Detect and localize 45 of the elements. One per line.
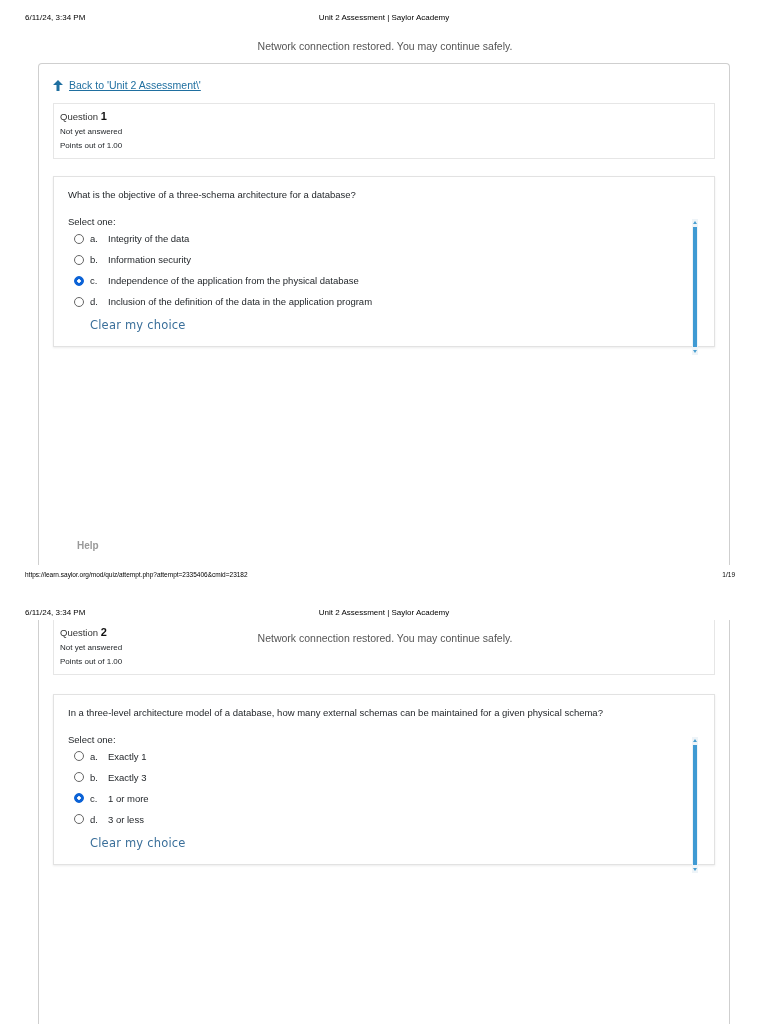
question-points: Points out of 1.00 bbox=[60, 656, 124, 666]
option-letter: a. bbox=[90, 750, 99, 762]
option-text[interactable]: Inclusion of the definition of the data in the application program bbox=[108, 296, 373, 307]
question-status: Not yet answered bbox=[60, 642, 124, 652]
clear-choice-link[interactable]: Clear my choice bbox=[90, 318, 186, 332]
page-title: Unit 2 Assessment | Saylor Academy bbox=[317, 608, 451, 618]
option-letter: d. bbox=[90, 813, 99, 825]
option-text[interactable]: Exactly 3 bbox=[108, 771, 147, 783]
option-letter: c. bbox=[90, 792, 99, 804]
up-arrow-icon bbox=[53, 79, 63, 91]
option-text[interactable]: 3 or less bbox=[108, 813, 144, 825]
scrollbar[interactable] bbox=[692, 219, 698, 355]
radio-button[interactable] bbox=[74, 751, 84, 762]
option-letter: d. bbox=[90, 296, 99, 307]
print-date: 6/11/24, 3:34 PM bbox=[25, 608, 87, 618]
option-letter: c. bbox=[90, 275, 99, 286]
back-link[interactable]: Back to 'Unit 2 Assessment\' bbox=[69, 79, 201, 91]
network-status-message: Network connection restored. You may continue safely. bbox=[257, 632, 513, 644]
select-prompt: Select one: bbox=[68, 216, 117, 227]
radio-button[interactable] bbox=[74, 254, 84, 265]
option-text[interactable]: Integrity of the data bbox=[108, 233, 190, 244]
radio-button[interactable] bbox=[74, 793, 84, 804]
question-text: What is the objective of a three-schema architecture for a database? bbox=[68, 189, 357, 200]
question-text: In a three-level architecture model of a database, how many external schemas can be maintained for a given physical schema? bbox=[68, 706, 604, 718]
option-letter: a. bbox=[90, 233, 99, 244]
scrollbar[interactable] bbox=[692, 736, 698, 873]
question-status: Not yet answered bbox=[60, 127, 124, 136]
select-prompt: Select one: bbox=[68, 733, 117, 745]
option-text[interactable]: 1 or more bbox=[108, 792, 149, 804]
option-text[interactable]: Information security bbox=[108, 254, 191, 265]
option-letter: b. bbox=[90, 771, 99, 783]
radio-button[interactable] bbox=[74, 275, 84, 286]
page-title: Unit 2 Assessment | Saylor Academy bbox=[317, 12, 451, 22]
network-status-message: Network connection restored. You may continue safely. bbox=[257, 40, 513, 52]
option-text[interactable]: Exactly 1 bbox=[108, 750, 147, 762]
option-letter: b. bbox=[90, 254, 99, 265]
radio-button[interactable] bbox=[74, 296, 84, 307]
clear-choice-link[interactable]: Clear my choice bbox=[90, 835, 186, 850]
radio-button[interactable] bbox=[74, 772, 84, 783]
option-text[interactable]: Independence of the application from the physical database bbox=[108, 275, 359, 286]
question-number: Question 1 bbox=[60, 110, 108, 122]
question-points: Points out of 1.00 bbox=[60, 141, 124, 150]
radio-button[interactable] bbox=[74, 233, 84, 244]
print-date: 6/11/24, 3:34 PM bbox=[25, 12, 87, 22]
radio-button[interactable] bbox=[74, 814, 84, 825]
